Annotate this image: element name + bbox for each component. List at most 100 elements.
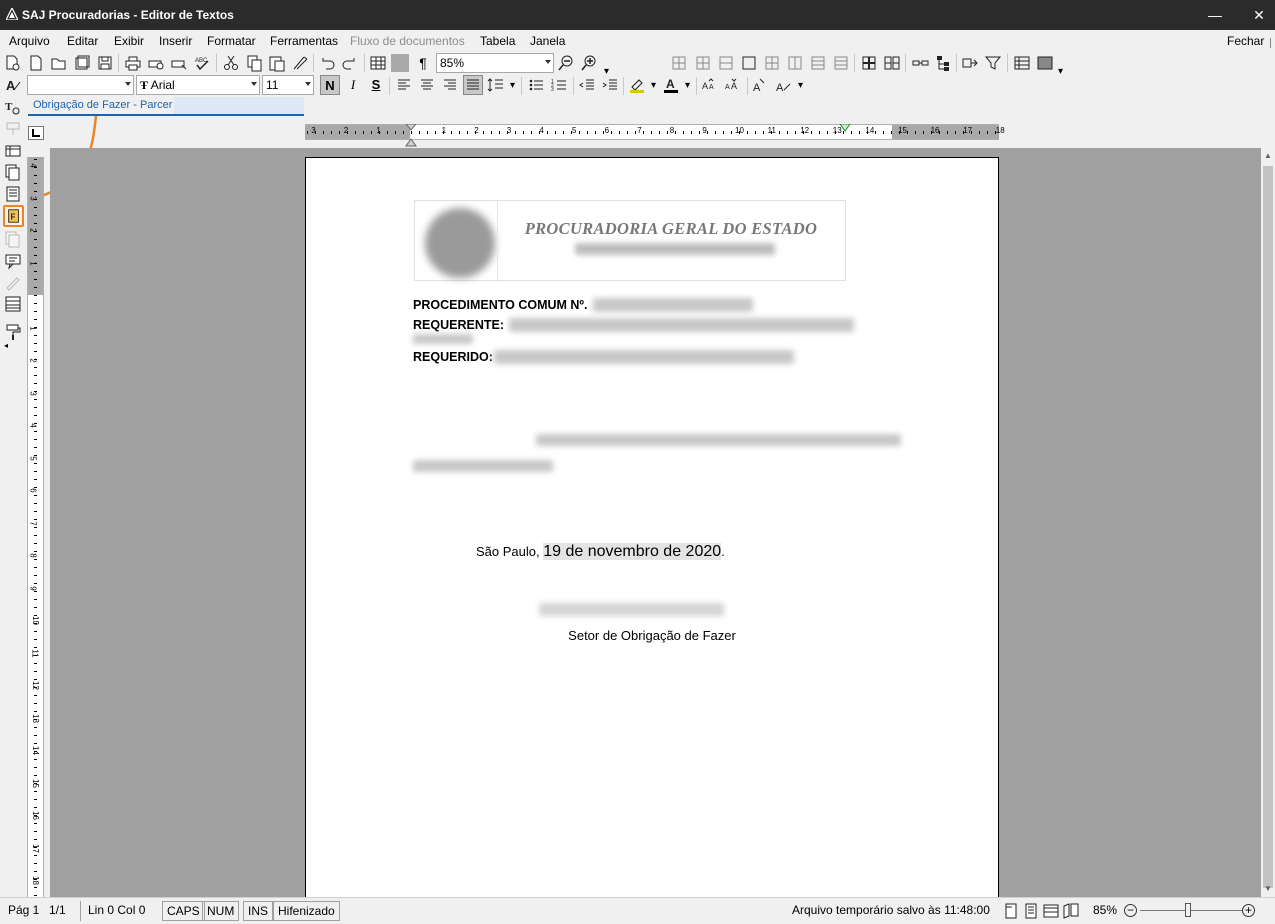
close-window-button[interactable]: ✕ (1236, 0, 1275, 30)
align-center-icon[interactable] (418, 76, 436, 94)
horizontal-ruler[interactable]: 321123456789101112131415161718 (305, 124, 1005, 147)
menu-tabela[interactable]: Tabela (480, 34, 515, 48)
two-page-view-icon[interactable] (1062, 902, 1080, 920)
justify-icon[interactable] (463, 75, 483, 95)
replace-icon[interactable]: A (775, 76, 793, 94)
open-icon[interactable] (50, 54, 68, 72)
find-icon[interactable]: A (752, 76, 770, 94)
highlight-icon[interactable] (628, 76, 646, 94)
zoom-slider-thumb[interactable] (1185, 903, 1191, 917)
more-options-icon[interactable]: ▾ (798, 80, 803, 91)
right-indent-marker-icon[interactable] (839, 124, 851, 134)
minimize-button[interactable]: — (1192, 0, 1238, 30)
line-spacing-icon[interactable] (487, 76, 505, 94)
more-options-icon[interactable]: ▾ (510, 80, 515, 91)
spell-check-icon[interactable]: ABC (193, 54, 211, 72)
shrink-font-icon[interactable]: AA (724, 76, 742, 94)
menu-fechar[interactable]: Fechar (1227, 34, 1264, 48)
paste-icon[interactable] (268, 54, 286, 72)
new-from-template-icon[interactable] (4, 54, 22, 72)
menu-inserir[interactable]: Inserir (159, 34, 192, 48)
columns-icon[interactable] (860, 54, 878, 72)
zoom-in-icon[interactable] (580, 54, 598, 72)
zoom-out-button[interactable]: − (1124, 904, 1137, 917)
menu-exibir[interactable]: Exibir (114, 34, 144, 48)
grow-font-icon[interactable]: AA (701, 76, 719, 94)
table-delete-row-icon[interactable] (763, 54, 781, 72)
menu-arquivo[interactable]: Arquivo (9, 34, 50, 48)
move-forward-icon[interactable] (961, 54, 979, 72)
save-all-icon[interactable] (73, 54, 91, 72)
more-options-icon[interactable]: ◂ (4, 341, 8, 350)
style-select[interactable] (27, 75, 134, 95)
copy-icon[interactable] (245, 54, 263, 72)
form-icon[interactable] (1013, 54, 1031, 72)
draft-view-icon[interactable] (1002, 902, 1020, 920)
menu-janela[interactable]: Janela (530, 34, 565, 48)
undo-icon[interactable] (318, 54, 336, 72)
insert-table-icon[interactable] (369, 54, 387, 72)
more-options-icon[interactable]: ▾ (651, 80, 656, 91)
form-options-icon[interactable] (1036, 54, 1054, 72)
table-split-icon[interactable] (832, 54, 850, 72)
table-merge-icon[interactable] (809, 54, 827, 72)
ruler-tick (34, 671, 37, 672)
align-right-icon[interactable] (441, 76, 459, 94)
scroll-down-icon[interactable]: ▼ (1264, 884, 1272, 893)
redo-icon[interactable] (341, 54, 359, 72)
menu-ferramentas[interactable]: Ferramentas (270, 34, 338, 48)
numbered-list-icon[interactable]: 123 (550, 76, 568, 94)
font-color-icon[interactable]: A (662, 76, 680, 94)
comment-icon[interactable] (4, 252, 22, 270)
filter-icon[interactable] (984, 54, 1002, 72)
bullet-list-icon[interactable] (527, 76, 545, 94)
print-icon[interactable] (124, 54, 142, 72)
table-insert-col-icon[interactable] (717, 54, 735, 72)
styles-icon[interactable]: A (4, 76, 22, 94)
font-size-select[interactable]: 11 (262, 75, 314, 95)
frame-icon[interactable] (391, 54, 409, 72)
ruler-tick (34, 655, 37, 656)
indent-marker-icon[interactable] (405, 124, 417, 148)
page-view-icon[interactable] (1022, 902, 1040, 920)
cut-icon[interactable] (222, 54, 240, 72)
paragraph-marks-icon[interactable]: ¶ (414, 54, 432, 72)
zoom-in-button[interactable]: + (1242, 904, 1255, 917)
scroll-thumb[interactable] (1263, 166, 1273, 888)
tab-stop-selector[interactable] (28, 126, 44, 140)
vertical-scrollbar[interactable]: ▲ ▼ (1261, 148, 1275, 897)
print-setup-icon[interactable] (170, 54, 188, 72)
zoom-out-icon[interactable] (557, 54, 575, 72)
split-columns-icon[interactable] (883, 54, 901, 72)
date-field[interactable]: 19 de novembro de 2020 (543, 543, 722, 560)
paint-roller-icon[interactable] (4, 323, 22, 341)
italic-button[interactable]: I (343, 75, 363, 95)
web-view-icon[interactable] (1042, 902, 1060, 920)
menu-editar[interactable]: Editar (67, 34, 98, 48)
save-icon[interactable] (96, 54, 114, 72)
menu-formatar[interactable]: Formatar (207, 34, 256, 48)
scroll-up-icon[interactable]: ▲ (1264, 151, 1272, 160)
format-painter-icon[interactable] (291, 54, 309, 72)
table-delete-col-icon[interactable] (786, 54, 804, 72)
bold-button[interactable]: N (320, 75, 340, 95)
table-border-icon[interactable] (740, 54, 758, 72)
decrease-indent-icon[interactable] (578, 76, 596, 94)
print-layout-icon[interactable] (4, 295, 22, 313)
underline-button[interactable]: S (366, 75, 386, 95)
document-page[interactable]: PROCURADORIA GERAL DO ESTADO PROCEDIMENT… (305, 157, 999, 902)
table-grid-icon[interactable] (670, 54, 688, 72)
align-left-icon[interactable] (395, 76, 413, 94)
new-document-icon[interactable] (27, 54, 45, 72)
increase-indent-icon[interactable] (601, 76, 619, 94)
print-preview-icon[interactable] (147, 54, 165, 72)
ruler-tick (34, 159, 37, 160)
more-options-icon[interactable]: ▾ (685, 80, 690, 91)
zoom-select[interactable]: 85% (436, 53, 554, 73)
font-select[interactable]: Ŧ Arial (136, 75, 260, 95)
zoom-slider-track[interactable] (1140, 910, 1242, 911)
table-insert-row-icon[interactable] (694, 54, 712, 72)
hierarchy-icon[interactable] (934, 54, 952, 72)
vertical-ruler[interactable]: 4321123456789101112131415161718 (27, 157, 44, 897)
link-fields-icon[interactable] (911, 54, 929, 72)
